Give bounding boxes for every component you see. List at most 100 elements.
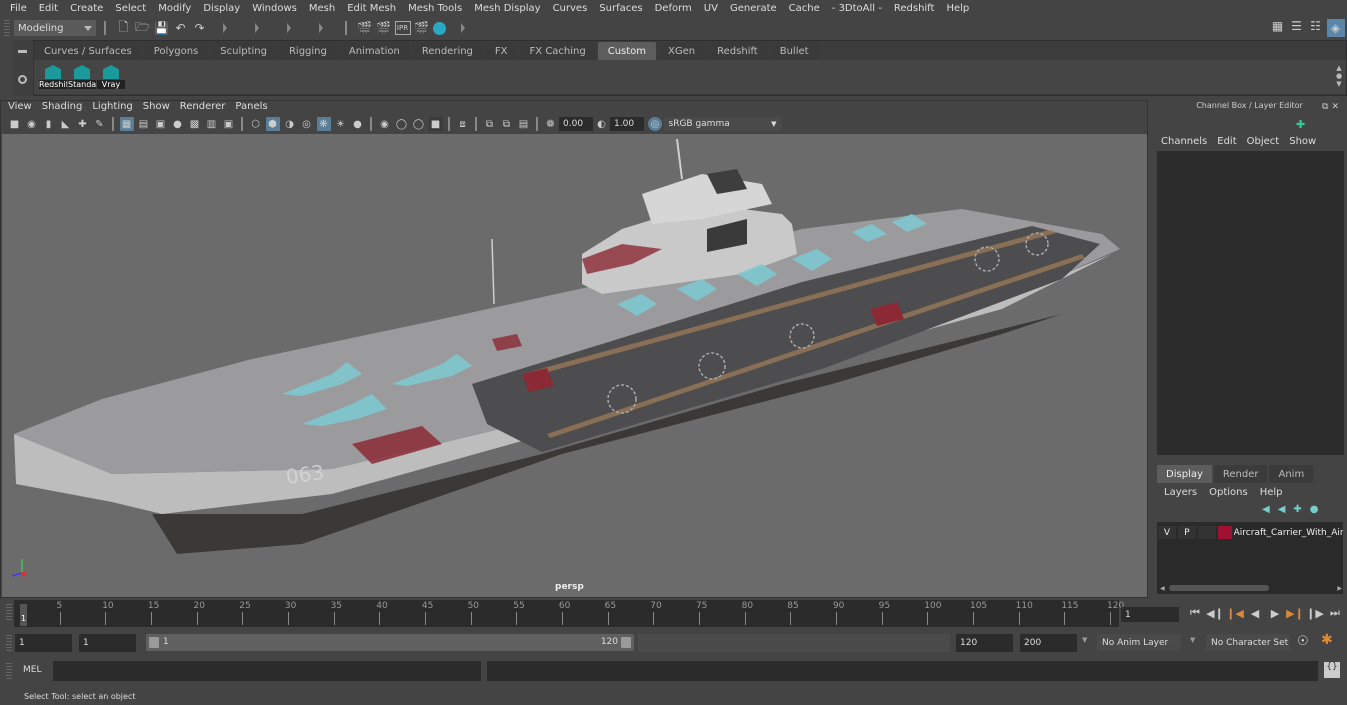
animation-end-field[interactable]: 200 (1020, 634, 1077, 652)
menu-redshift[interactable]: Redshift (888, 3, 941, 14)
xray-joints-icon[interactable]: ⧉ (483, 117, 497, 131)
channel-box-icon[interactable]: ◈ (1326, 19, 1345, 37)
manipulator-icon[interactable]: ✚ (1296, 118, 1305, 131)
layer-list-scrollbar[interactable]: ◀ ▶ (1160, 584, 1342, 592)
viewport-menu-view[interactable]: View (3, 101, 37, 115)
menu-generate[interactable]: Generate (724, 3, 783, 14)
viewport-menu-renderer[interactable]: Renderer (175, 101, 231, 115)
shelf-tab-polygons[interactable]: Polygons (143, 42, 209, 60)
menu-cache[interactable]: Cache (783, 3, 826, 14)
safe-title-icon[interactable]: ▣ (222, 117, 236, 131)
collapse-toggle[interactable] (287, 23, 291, 33)
gate-mask-icon[interactable]: ● (171, 117, 185, 131)
range-slider[interactable]: 1 120 (146, 634, 634, 651)
layer-menu-help[interactable]: Help (1254, 487, 1289, 498)
redo-icon[interactable]: ↷ (192, 21, 208, 35)
xray-active-components-icon[interactable]: ⧉ (500, 117, 514, 131)
layer-menu-options[interactable]: Options (1203, 487, 1254, 498)
play-backwards-icon[interactable]: ◀ (1245, 607, 1265, 620)
shelf-button-standard[interactable]: Standar (68, 65, 96, 91)
shelf-tab-xgen[interactable]: XGen (658, 42, 706, 60)
go-to-start-icon[interactable]: ⏮ (1185, 606, 1205, 620)
resolution-gate-icon[interactable]: ▣ (154, 117, 168, 131)
wireframe-icon[interactable]: ⬡ (249, 117, 263, 131)
menu-help[interactable]: Help (940, 3, 975, 14)
use-all-lights-icon[interactable]: ❋ (316, 117, 331, 131)
view-transform-dropdown[interactable]: sRGB gamma ▼ (663, 117, 782, 131)
chevron-down-icon[interactable]: ▼ (1190, 636, 1195, 644)
grease-pencil-icon[interactable]: ✎ (93, 117, 107, 131)
select-camera-icon[interactable]: ■ (8, 117, 22, 131)
render-current-frame-icon[interactable]: 🎬 (376, 21, 392, 35)
shelf-tab-redshift[interactable]: Redshift (707, 42, 768, 60)
shelf-tab-fx[interactable]: FX (484, 42, 518, 60)
collapse-toggle[interactable] (461, 23, 465, 33)
script-editor-icon[interactable]: {} (1324, 662, 1340, 678)
menu-modify[interactable]: Modify (152, 3, 197, 14)
shelf-button-vray[interactable]: Vray (97, 65, 125, 91)
menu-edit[interactable]: Edit (33, 3, 64, 14)
animation-preferences-icon[interactable]: ✱ (1321, 632, 1333, 648)
shelf-tab-rigging[interactable]: Rigging (278, 42, 337, 60)
grid-icon[interactable]: ▦ (119, 117, 134, 131)
channel-box-menu-channels[interactable]: Channels (1156, 136, 1212, 147)
command-language-toggle[interactable]: MEL (23, 665, 41, 675)
attribute-editor-icon[interactable]: ☰ (1289, 19, 1305, 33)
shelf-tab-animation[interactable]: Animation (338, 42, 410, 60)
step-forward-key-icon[interactable]: ▶❙ (1285, 607, 1305, 620)
animation-start-field[interactable]: 1 (15, 634, 72, 652)
ipr-render-icon[interactable]: IPR (394, 21, 411, 35)
viewport-menu-show[interactable]: Show (138, 101, 175, 115)
shelf-tab-sculpting[interactable]: Sculpting (210, 42, 277, 60)
isolate-select-icon[interactable]: ■ (428, 117, 443, 131)
menu-mesh-display[interactable]: Mesh Display (468, 3, 546, 14)
shelf-scroll[interactable]: ▲ ● ▼ (1335, 64, 1343, 88)
channel-box-menu-edit[interactable]: Edit (1212, 136, 1241, 147)
layer-color-swatch[interactable] (1217, 526, 1232, 539)
viewport-menu-lighting[interactable]: Lighting (87, 101, 137, 115)
gamma-icon[interactable]: ◐ (595, 117, 609, 131)
scroll-right-icon[interactable]: ▶ (1337, 585, 1342, 592)
shelf-settings-gear-icon[interactable] (18, 75, 27, 84)
play-forwards-icon[interactable]: ▶ (1265, 607, 1285, 620)
menu-create[interactable]: Create (64, 3, 109, 14)
new-layer-selected-icon[interactable]: ● (1310, 504, 1319, 515)
menu-deform[interactable]: Deform (649, 3, 698, 14)
step-back-key-icon[interactable]: ❙◀ (1225, 607, 1245, 620)
collapse-toggle[interactable] (223, 23, 227, 33)
open-scene-icon[interactable]: 🗁 (135, 20, 151, 35)
image-plane-icon[interactable]: ◣ (59, 117, 73, 131)
viewport-menu-shading[interactable]: Shading (37, 101, 88, 115)
shelf-tab-custom[interactable]: Custom (597, 42, 657, 60)
shelf-tab-rendering[interactable]: Rendering (411, 42, 483, 60)
layer-row[interactable]: V P Aircraft_Carrier_With_Air (1158, 525, 1343, 540)
film-gate-icon[interactable]: ▤ (137, 117, 151, 131)
layer-tab-anim[interactable]: Anim (1269, 465, 1314, 483)
camera-attributes-icon[interactable]: ◉ (25, 117, 39, 131)
shelf-tab-bullet[interactable]: Bullet (769, 42, 819, 60)
exposure-field[interactable]: 0.00 (559, 117, 593, 131)
exposure-icon[interactable]: ❁ (544, 117, 558, 131)
save-scene-icon[interactable]: 💾 (154, 21, 170, 35)
character-set-dropdown[interactable]: No Character Set (1206, 634, 1290, 651)
bookmark-icon[interactable]: ▮ (42, 117, 56, 131)
layer-playback-toggle[interactable]: P (1177, 526, 1196, 539)
step-back-frame-icon[interactable]: ◀❙ (1205, 607, 1225, 620)
move-layer-down-icon[interactable]: ◀ (1278, 504, 1286, 515)
hypershade-icon[interactable] (432, 21, 446, 35)
shelf-button-redshift[interactable]: Redshif (39, 65, 67, 91)
2d-pan-zoom-icon[interactable]: ✚ (76, 117, 90, 131)
layer-display-type[interactable] (1197, 526, 1216, 539)
channel-box-menu-object[interactable]: Object (1242, 136, 1285, 147)
command-grip[interactable] (6, 663, 12, 679)
field-chart-icon[interactable]: ▩ (188, 117, 202, 131)
undo-icon[interactable]: ↶ (173, 21, 189, 35)
menu-select[interactable]: Select (109, 3, 152, 14)
render-view-icon[interactable]: 🎬 (357, 21, 373, 35)
menu-display[interactable]: Display (197, 3, 246, 14)
channel-box-menu-show[interactable]: Show (1284, 136, 1321, 147)
shelf-menu-icon[interactable] (18, 50, 27, 53)
modeling-toolkit-icon[interactable]: ▦ (1270, 19, 1286, 33)
collapse-toggle[interactable] (319, 23, 323, 33)
current-frame-field[interactable]: 1 (1121, 607, 1179, 622)
